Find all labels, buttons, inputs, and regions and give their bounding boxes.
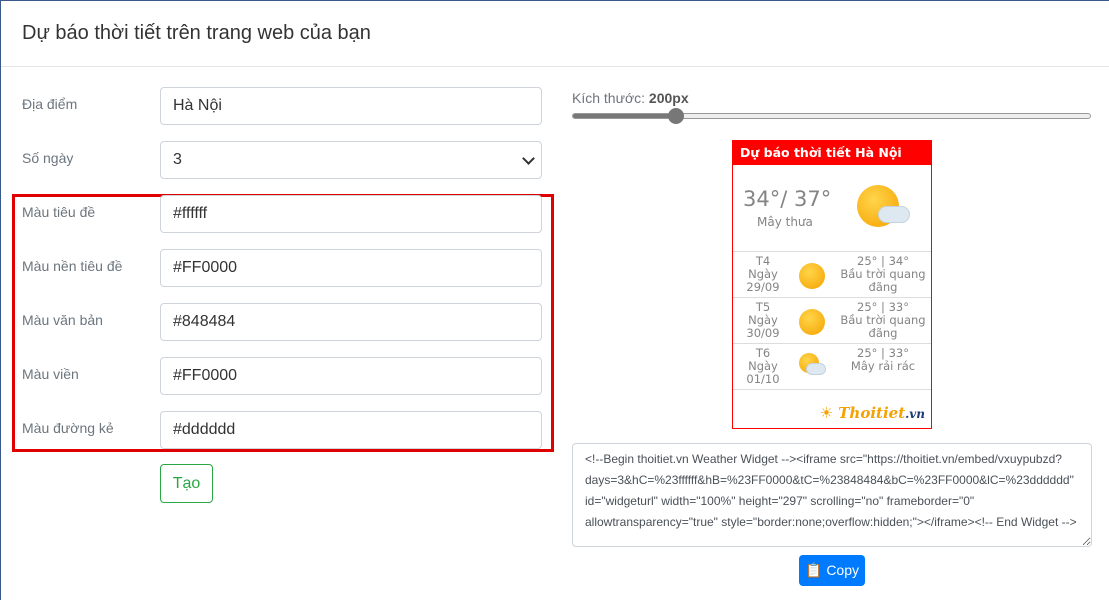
forecast-info: 25° | 33° Bầu trời quang đãng — [833, 301, 933, 340]
widget-builder-card: Dự báo thời tiết trên trang web của bạn … — [0, 0, 1109, 600]
forecast-info: 25° | 33° Mây rải rác — [833, 347, 933, 373]
border-color-input[interactable]: #FF0000 — [160, 357, 542, 395]
current-temp: 34°/ 37° — [743, 187, 832, 211]
copy-button[interactable]: 📋 Copy — [799, 555, 865, 586]
forecast-day: T6 Ngày 01/10 — [733, 347, 793, 386]
date: 01/10 — [746, 372, 780, 386]
weather-widget-preview: Dự báo thời tiết Hà Nội 34°/ 37° Mây thư… — [732, 140, 932, 429]
size-value: 200px — [648, 90, 689, 106]
line-color-label: Màu đường kẻ — [22, 420, 114, 436]
days-select[interactable]: 3 — [160, 141, 542, 179]
current-weather: 34°/ 37° Mây thưa — [733, 165, 931, 252]
days-label: Số ngày — [22, 150, 74, 166]
sun-icon — [799, 263, 825, 289]
copy-label: Copy — [826, 562, 859, 578]
current-desc: Mây thưa — [757, 215, 813, 229]
clipboard-icon: 📋 — [804, 562, 823, 578]
title-bg-input[interactable]: #FF0000 — [160, 249, 542, 287]
forecast-desc: Mây rải rác — [850, 359, 916, 373]
line-color-input[interactable]: #dddddd — [160, 411, 542, 449]
date: 30/09 — [746, 326, 780, 340]
create-button[interactable]: Tạo — [160, 464, 213, 503]
border-color-label: Màu viền — [22, 366, 79, 382]
embed-code-textarea[interactable]: <!--Begin thoitiet.vn Weather Widget -->… — [572, 443, 1092, 547]
sun-cloud-icon — [857, 185, 909, 229]
forecast-desc: Bầu trời quang đãng — [840, 313, 926, 340]
title-bg-label: Màu nền tiêu đề — [22, 258, 123, 274]
widget-title: Dự báo thời tiết Hà Nội — [733, 141, 931, 165]
forecast-row: T5 Ngày 30/09 25° | 33° Bầu trời quang đãng — [733, 298, 931, 344]
forecast-day: T5 Ngày 30/09 — [733, 301, 793, 340]
title-color-label: Màu tiêu đề — [22, 204, 96, 220]
date: 29/09 — [746, 280, 780, 294]
text-color-label: Màu văn bản — [22, 312, 103, 328]
forecast-day: T4 Ngày 29/09 — [733, 255, 793, 294]
page-title: Dự báo thời tiết trên trang web của bạn — [22, 22, 371, 44]
forecast-info: 25° | 34° Bầu trời quang đãng — [833, 255, 933, 294]
thoitiet-logo: ☀ Thoitiet.vn — [819, 404, 925, 422]
size-label-text: Kích thước: — [572, 90, 646, 106]
forecast-row: T4 Ngày 29/09 25° | 34° Bầu trời quang đãng — [733, 252, 931, 298]
size-label: Kích thước: 200px — [572, 90, 689, 106]
card-header: Dự báo thời tiết trên trang web của bạn — [1, 1, 1109, 67]
title-color-input[interactable]: #ffffff — [160, 195, 542, 233]
sun-cloud-icon — [799, 353, 827, 379]
slider-thumb[interactable] — [668, 108, 685, 124]
days-value: 3 — [173, 151, 182, 168]
forecast-row: T6 Ngày 01/10 25° | 33° Mây rải rác — [733, 344, 931, 390]
size-slider[interactable] — [572, 108, 1091, 124]
text-color-input[interactable]: #848484 — [160, 303, 542, 341]
location-input[interactable]: Hà Nội — [160, 87, 542, 125]
slider-fill — [573, 114, 677, 118]
location-label: Địa điểm — [22, 96, 78, 112]
forecast-desc: Bầu trời quang đãng — [840, 267, 926, 294]
sun-icon — [799, 309, 825, 335]
